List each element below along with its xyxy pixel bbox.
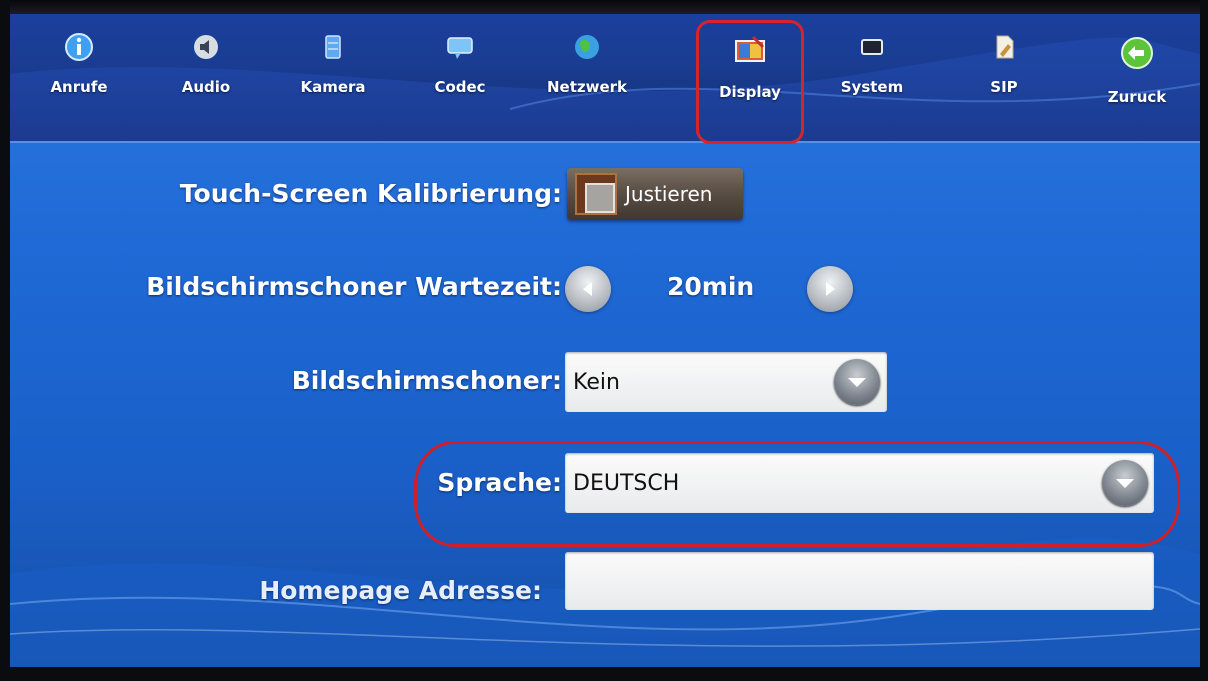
back-arrow-icon (1120, 36, 1154, 70)
chevron-right-icon (826, 282, 835, 296)
touch-calibration-label: Touch-Screen Kalibrierung: (179, 179, 562, 208)
nav-item-netzwerk[interactable]: Netzwerk (532, 14, 642, 134)
nav-label: Zuruck (1107, 88, 1167, 106)
nav-label: Display (719, 83, 781, 101)
globe-icon (570, 30, 604, 64)
device-bezel-left (0, 0, 10, 681)
screensaver-label: Bildschirmschoner: (291, 366, 562, 395)
nav-label: System (840, 78, 904, 96)
screensaver-timeout-label: Bildschirmschoner Wartezeit: (146, 272, 562, 301)
device-bezel-right (1200, 0, 1208, 681)
display-settings-screen: Anrufe Audio Kamera Codec Netzwerk Displ… (10, 14, 1200, 667)
chat-icon (443, 30, 477, 64)
nav-label: SIP (990, 78, 1018, 96)
camera-icon (316, 30, 350, 64)
homepage-address-input[interactable] (565, 552, 1154, 610)
nav-item-sip[interactable]: SIP (949, 14, 1059, 134)
language-label: Sprache: (437, 468, 562, 497)
system-icon (855, 30, 889, 64)
info-icon (62, 30, 96, 64)
homepage-address-label: Homepage Adresse: (259, 576, 542, 605)
nav-label: Kamera (300, 78, 366, 96)
nav-item-kamera[interactable]: Kamera (278, 14, 388, 134)
nav-label: Netzwerk (546, 78, 628, 96)
nav-item-zuruck[interactable]: Zuruck (1082, 14, 1192, 134)
speaker-icon (189, 30, 223, 64)
chevron-left-icon (583, 282, 592, 296)
justieren-button-label: Justieren (625, 182, 713, 206)
nav-label: Anrufe (50, 78, 108, 96)
timeout-value: 20min (667, 272, 755, 301)
language-value: DEUTSCH (573, 470, 680, 496)
device-bezel-top (0, 0, 1208, 14)
chevron-down-icon[interactable] (1102, 460, 1148, 506)
top-navigation-bar: Anrufe Audio Kamera Codec Netzwerk Displ… (10, 14, 1200, 144)
nav-item-display[interactable]: Display (696, 20, 804, 144)
chevron-down-icon[interactable] (834, 359, 880, 405)
timeout-increase-button[interactable] (807, 266, 853, 312)
nav-label: Audio (181, 78, 231, 96)
justieren-button[interactable]: Justieren (567, 168, 743, 220)
nav-item-codec[interactable]: Codec (405, 14, 515, 134)
nav-item-system[interactable]: System (817, 14, 927, 134)
display-icon (733, 33, 767, 67)
nav-label: Codec (434, 78, 486, 96)
document-icon (987, 30, 1021, 64)
nav-item-audio[interactable]: Audio (151, 14, 261, 134)
device-bezel-bottom (0, 667, 1208, 681)
language-select[interactable]: DEUTSCH (565, 453, 1154, 513)
calibration-icon (575, 173, 617, 215)
nav-item-anrufe[interactable]: Anrufe (24, 14, 134, 134)
timeout-decrease-button[interactable] (565, 266, 611, 312)
screensaver-value: Kein (573, 369, 620, 395)
screensaver-select[interactable]: Kein (565, 352, 887, 412)
